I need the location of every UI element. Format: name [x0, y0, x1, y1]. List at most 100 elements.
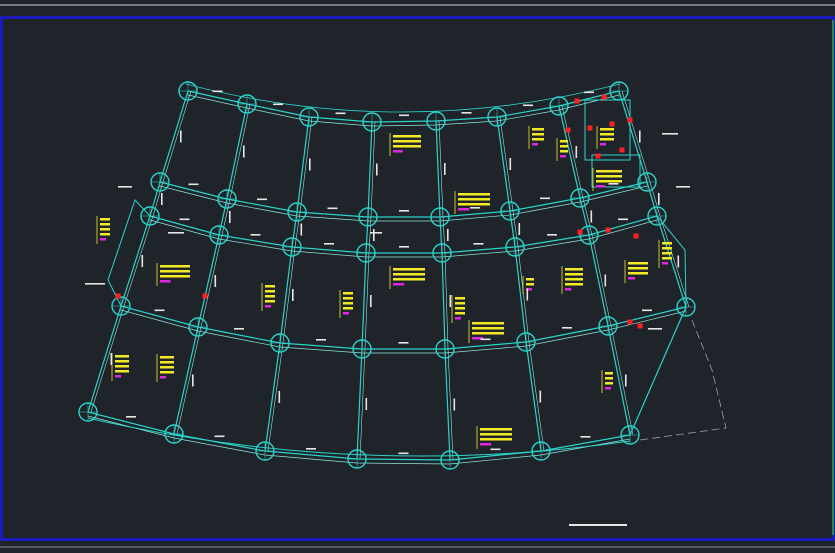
- red-square-marker-icon: [601, 94, 607, 100]
- red-square-marker-icon: [609, 121, 615, 127]
- dimension-mark-vertical: [243, 145, 245, 158]
- dimension-mark-vertical: [447, 229, 449, 241]
- dimension-mark: [126, 416, 136, 418]
- note-text-bar: [160, 366, 174, 369]
- dimension-mark: [480, 338, 491, 341]
- red-square-marker-icon: [587, 125, 593, 131]
- dimension-mark: [188, 183, 199, 186]
- dimension-mark: [470, 207, 480, 209]
- dimension-mark: [327, 207, 338, 210]
- note-text-bar: [600, 128, 614, 131]
- dimension-mark: [118, 186, 132, 188]
- dimension-mark: [580, 436, 591, 438]
- dimension-mark: [461, 112, 472, 114]
- note-text-bar: [115, 365, 129, 368]
- dimension-mark-vertical: [292, 289, 294, 301]
- dimension-mark: [154, 309, 165, 312]
- dimension-mark: [547, 234, 557, 236]
- red-square-marker-icon: [605, 227, 611, 233]
- dimension-mark: [250, 234, 261, 236]
- dimension-mark: [306, 448, 316, 450]
- note-tag-bar: [565, 288, 572, 291]
- note-text-bar: [532, 133, 544, 136]
- note-text-bar: [265, 285, 275, 288]
- note-text-bar: [605, 382, 613, 385]
- note-text-bar: [628, 267, 648, 270]
- red-square-marker-icon: [627, 319, 633, 325]
- dimension-mark-vertical: [625, 374, 627, 387]
- red-square-marker-icon: [619, 147, 625, 153]
- cad-drawing-viewport[interactable]: [0, 0, 835, 553]
- dimension-mark-vertical: [526, 288, 529, 301]
- dimension-mark: [608, 183, 619, 185]
- dimension-mark-vertical: [278, 391, 281, 403]
- dimension-mark-vertical: [370, 295, 372, 307]
- note-tag-bar: [455, 317, 461, 320]
- dimension-mark-vertical: [575, 146, 578, 158]
- note-text-bar: [480, 433, 512, 436]
- dimension-mark: [618, 218, 628, 221]
- note-text-bar: [455, 312, 465, 315]
- dimension-mark-vertical: [518, 223, 521, 235]
- note-tag-bar: [458, 208, 470, 211]
- note-text-bar: [565, 273, 583, 276]
- dimension-mark: [662, 133, 678, 135]
- note-tag-bar: [160, 376, 166, 379]
- note-text-bar: [526, 278, 534, 281]
- note-text-bar: [343, 307, 353, 310]
- note-text-bar: [560, 140, 568, 143]
- note-text-bar: [596, 175, 622, 178]
- note-tag-bar: [115, 375, 121, 378]
- model-space-background: [0, 0, 835, 553]
- note-text-bar: [565, 283, 583, 286]
- dimension-mark: [370, 232, 382, 234]
- dimension-mark: [214, 435, 225, 438]
- note-text-bar: [560, 145, 568, 148]
- note-text-bar: [115, 370, 129, 373]
- note-text-bar: [600, 133, 614, 136]
- note-text-bar: [393, 273, 425, 276]
- dimension-mark-vertical: [309, 158, 311, 171]
- note-text-bar: [343, 297, 353, 300]
- dimension-mark: [648, 328, 662, 330]
- dimension-mark: [179, 218, 190, 221]
- note-tag-bar: [532, 143, 538, 146]
- note-tag-bar: [628, 277, 635, 280]
- note-text-bar: [472, 327, 504, 330]
- note-text-bar: [343, 302, 353, 305]
- note-text-bar: [662, 242, 672, 245]
- note-text-bar: [160, 356, 174, 359]
- note-text-bar: [458, 203, 490, 206]
- dimension-mark: [399, 114, 409, 117]
- dimension-mark-vertical: [444, 163, 446, 175]
- dimension-mark: [168, 232, 184, 234]
- dimension-mark: [399, 210, 409, 212]
- dimension-mark-vertical: [453, 398, 456, 411]
- note-text-bar: [662, 257, 672, 260]
- dimension-mark: [562, 327, 572, 329]
- dimension-mark: [523, 104, 533, 107]
- note-tag-bar: [662, 262, 668, 265]
- dimension-mark-vertical: [229, 211, 231, 223]
- dimension-mark: [540, 197, 550, 200]
- dimension-mark: [642, 309, 652, 312]
- note-text-bar: [393, 135, 421, 138]
- note-text-bar: [393, 145, 421, 148]
- note-text-bar: [596, 180, 622, 183]
- dimension-mark: [584, 91, 594, 94]
- note-text-bar: [455, 307, 465, 310]
- dimension-mark-vertical: [180, 130, 182, 143]
- dimension-mark-vertical: [449, 295, 452, 307]
- red-square-marker-icon: [574, 98, 580, 104]
- dimension-mark-vertical: [141, 255, 144, 267]
- note-text-bar: [458, 198, 490, 201]
- note-text-bar: [265, 300, 275, 303]
- dimension-mark: [273, 103, 283, 106]
- note-text-bar: [160, 265, 190, 268]
- note-tag-bar: [605, 387, 611, 390]
- dimension-mark-vertical: [192, 374, 194, 387]
- dimension-mark-vertical: [300, 223, 303, 236]
- note-text-bar: [393, 278, 425, 281]
- dimension-mark-vertical: [373, 229, 375, 241]
- red-square-marker-icon: [577, 229, 583, 235]
